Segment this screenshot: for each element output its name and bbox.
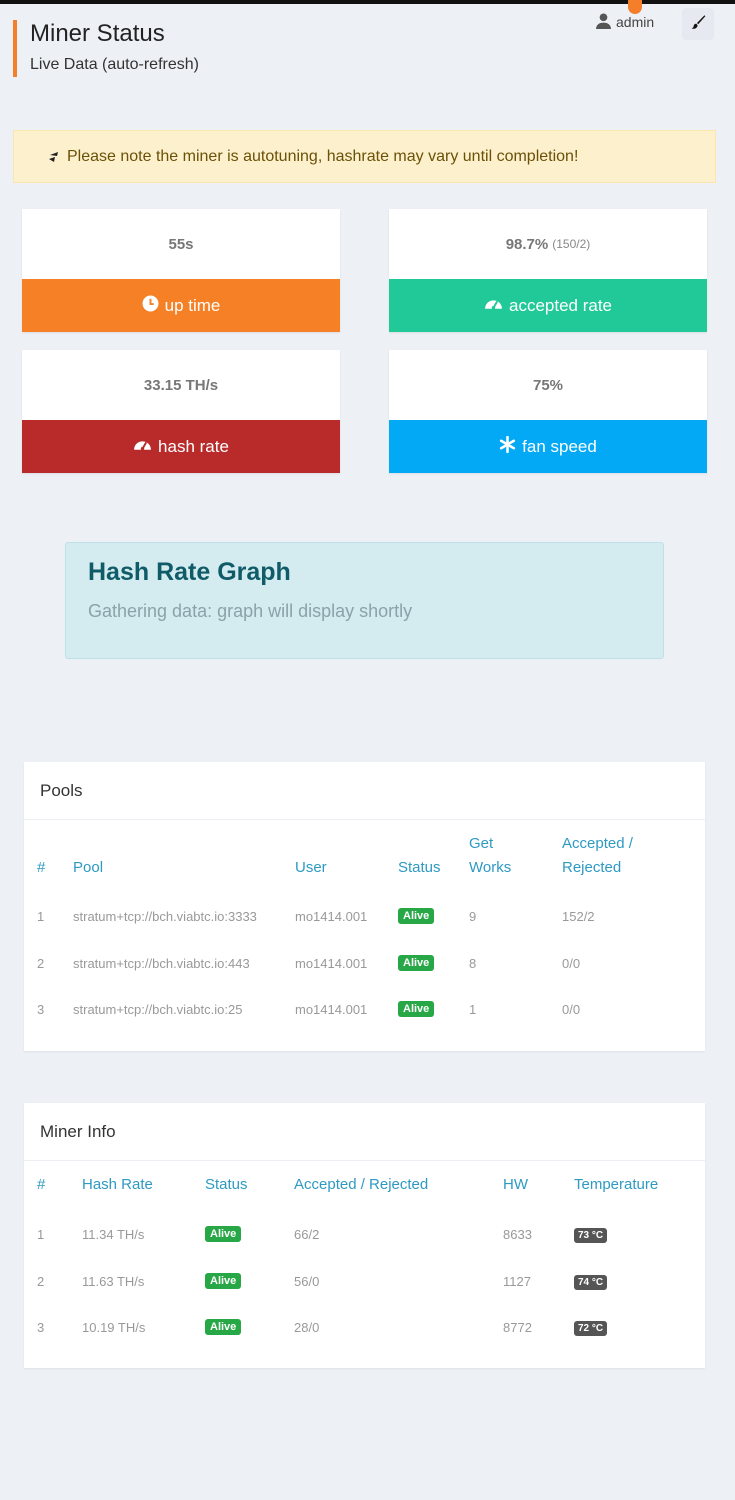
miner-num: 2 xyxy=(37,1274,45,1289)
status-badge: Alive xyxy=(398,955,435,971)
uptime-label: up time xyxy=(164,295,221,315)
pools-card-title: Pools xyxy=(24,762,705,820)
pool-num: 3 xyxy=(37,1002,45,1017)
pool-user: mo1414.001 xyxy=(295,909,368,924)
pools-col-works-line2: Works xyxy=(469,859,512,876)
pools-col-accepted-line1: Accepted / xyxy=(562,835,633,852)
accepted-rate-detail: (150/2) xyxy=(552,237,591,251)
hash-rate-card: 33.15 TH/s hash rate xyxy=(22,350,340,473)
uptime-label-bar: up time xyxy=(22,279,340,332)
dashboard-icon xyxy=(484,295,503,317)
pools-col-works-line1: Get xyxy=(469,835,494,852)
pools-col-accepted: Accepted / Rejected xyxy=(562,832,633,880)
status-badge: Alive xyxy=(398,908,435,924)
accepted-rate-value-row: 98.7% (150/2) xyxy=(389,209,707,279)
temperature-badge: 72 °C xyxy=(574,1321,608,1336)
asterisk-icon xyxy=(499,435,516,458)
pools-col-pool: Pool xyxy=(73,859,104,876)
fan-speed-label-bar: fan speed xyxy=(389,420,707,473)
miner-col-temperature: Temperature xyxy=(574,1176,659,1193)
hash-rate-graph-panel: Hash Rate Graph Gathering data: graph wi… xyxy=(65,542,664,659)
pool-num: 2 xyxy=(37,956,45,971)
theme-button[interactable] xyxy=(682,8,714,40)
username: admin xyxy=(616,14,655,30)
user-icon xyxy=(595,12,612,32)
miner-info-card: Miner Info # Hash Rate Status Accepted /… xyxy=(24,1103,705,1368)
miner-col-num: # xyxy=(37,1176,46,1193)
miner-col-hw: HW xyxy=(503,1176,528,1193)
miner-hw: 1127 xyxy=(503,1274,531,1289)
accepted-rate-card: 98.7% (150/2) accepted rate xyxy=(389,209,707,332)
accepted-rate-label-bar: accepted rate xyxy=(389,279,707,332)
hash-rate-label: hash rate xyxy=(158,436,229,456)
temperature-badge: 74 °C xyxy=(574,1275,608,1290)
pool-url: stratum+tcp://bch.viabtc.io:25 xyxy=(73,1002,243,1017)
miner-hw: 8772 xyxy=(503,1320,532,1335)
graph-title: Hash Rate Graph xyxy=(88,558,291,586)
tuning-icon xyxy=(47,150,61,164)
page-subtitle: Live Data (auto-refresh) xyxy=(30,56,199,73)
miner-hw: 8633 xyxy=(503,1227,532,1242)
miner-hash-rate: 10.19 TH/s xyxy=(82,1320,146,1335)
pools-col-status: Status xyxy=(398,859,441,876)
hash-rate-label-bar: hash rate xyxy=(22,420,340,473)
pool-accepted: 152/2 xyxy=(562,909,595,924)
accepted-rate-value: 98.7% xyxy=(505,235,549,253)
miner-accepted: 56/0 xyxy=(294,1274,320,1289)
pool-works: 8 xyxy=(469,956,477,971)
miner-info-card-title: Miner Info xyxy=(24,1103,705,1161)
dashboard-icon xyxy=(133,436,152,458)
pools-col-accepted-line2: Rejected xyxy=(562,859,622,876)
graph-message: Gathering data: graph will display short… xyxy=(88,601,413,621)
pool-user: mo1414.001 xyxy=(295,956,368,971)
status-badge: Alive xyxy=(205,1319,242,1335)
pool-user: mo1414.001 xyxy=(295,1002,368,1017)
pool-works: 9 xyxy=(469,909,477,924)
pools-col-num: # xyxy=(37,859,46,876)
miner-col-hash-rate: Hash Rate xyxy=(82,1176,153,1193)
fan-speed-value: 75% xyxy=(532,376,564,394)
autotune-alert: Please note the miner is autotuning, has… xyxy=(13,130,716,183)
user-menu[interactable]: admin xyxy=(595,12,654,32)
miner-hash-rate: 11.63 TH/s xyxy=(82,1274,145,1289)
accepted-rate-label: accepted rate xyxy=(508,295,612,315)
status-badge: Alive xyxy=(205,1273,242,1289)
alert-text: Please note the miner is autotuning, has… xyxy=(67,147,579,165)
clock-icon xyxy=(142,295,159,317)
brush-icon xyxy=(690,14,706,35)
temperature-badge: 73 °C xyxy=(574,1228,608,1243)
fan-speed-label: fan speed xyxy=(522,436,597,456)
pool-num: 1 xyxy=(37,909,45,924)
pool-works: 1 xyxy=(469,1002,477,1017)
fan-speed-card: 75% fan speed xyxy=(389,350,707,473)
uptime-value: 55s xyxy=(168,235,194,253)
page-title: Miner Status xyxy=(30,20,165,47)
top-border xyxy=(0,0,735,4)
pool-accepted: 0/0 xyxy=(562,956,581,971)
hash-rate-value: 33.15 TH/s xyxy=(143,376,219,394)
pools-col-works: Get Works xyxy=(469,832,511,880)
miner-num: 3 xyxy=(37,1320,45,1335)
miner-hash-rate: 11.34 TH/s xyxy=(82,1227,145,1242)
status-badge: Alive xyxy=(398,1001,435,1017)
title-accent-bar xyxy=(13,20,17,77)
pool-url: stratum+tcp://bch.viabtc.io:3333 xyxy=(73,909,257,924)
miner-accepted: 28/0 xyxy=(294,1320,320,1335)
miner-col-status: Status xyxy=(205,1176,248,1193)
status-badge: Alive xyxy=(205,1226,242,1242)
pool-accepted: 0/0 xyxy=(562,1002,581,1017)
pool-url: stratum+tcp://bch.viabtc.io:443 xyxy=(73,956,250,971)
miner-accepted: 66/2 xyxy=(294,1227,320,1242)
miner-num: 1 xyxy=(37,1227,45,1242)
uptime-card: 55s up time xyxy=(22,209,340,332)
pools-card: Pools # Pool User Status Get Works Accep… xyxy=(24,762,705,1051)
miner-col-accepted: Accepted / Rejected xyxy=(294,1176,429,1193)
pools-col-user: User xyxy=(295,859,327,876)
